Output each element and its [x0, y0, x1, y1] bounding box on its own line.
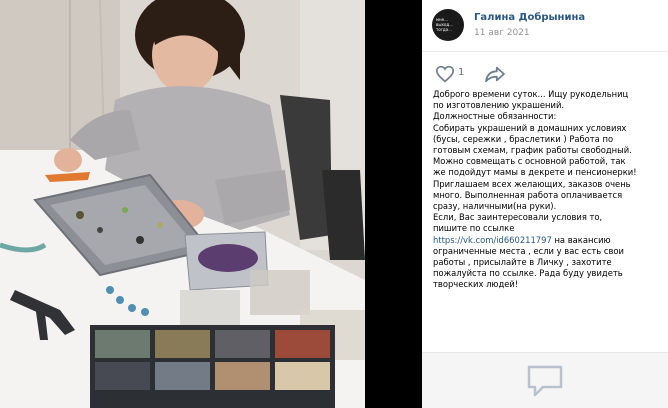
comments-area — [422, 352, 668, 408]
photo-viewer-background — [365, 0, 422, 408]
comment-bubble-icon[interactable] — [525, 363, 565, 399]
post-line-with-link: https://vk.com/id660211797 на вакансию — [433, 235, 663, 246]
post-panel: мне... выход... тогда... Галина Добрынин… — [422, 0, 668, 408]
post-line: Доброго времени суток... Ищу рукодельниц — [433, 89, 629, 99]
post-date[interactable]: 11 авг 2021 — [474, 28, 530, 38]
post-line: творческих людей! — [433, 279, 519, 290]
post-line: много. Выполненная работа оплачивается — [433, 189, 623, 200]
post-line: Если, Вас заинтересовали условия то, — [433, 212, 603, 223]
avatar-text: мне... выход... тогда... — [436, 17, 453, 32]
post-text: Доброго времени суток... Ищу рукодельниц… — [433, 89, 663, 291]
post-line: Можно совмещать с основной работой, так — [433, 156, 626, 167]
heart-outline-icon[interactable] — [435, 65, 455, 83]
post-line: пожалуйста по ссылке. Рада буду увидеть — [433, 268, 623, 279]
post-line: Приглашаем всех желающих, заказов очень — [433, 178, 631, 189]
share-arrow-icon[interactable] — [484, 65, 506, 83]
author-avatar[interactable]: мне... выход... тогда... — [432, 9, 464, 41]
profile-link[interactable]: https://vk.com/id660211797 — [433, 235, 552, 245]
post-line: сразу, наличными(на руки). — [433, 201, 557, 212]
post-line: готовым схемам, график работы свободный. — [433, 145, 632, 156]
post-header: мне... выход... тогда... Галина Добрынин… — [422, 0, 668, 52]
like-count: 1 — [458, 67, 465, 78]
photo-illustration — [0, 0, 365, 408]
post-actions: 1 — [422, 58, 668, 88]
post-line: по изготовлению украшений. — [433, 100, 565, 111]
post-line: Должностные обязанности: — [433, 111, 557, 122]
author-name[interactable]: Галина Добрынина — [474, 12, 585, 23]
post-line: работы , присылайте в Личку , захотите — [433, 257, 612, 268]
post-line: ограниченные места , если у вас есть сво… — [433, 245, 624, 256]
post-line: же подойдут мамы в декрете и пенсионерки… — [433, 167, 637, 178]
post-line: (бусы, сережки , браслетики ) Работа по — [433, 133, 614, 144]
post-photo[interactable] — [0, 0, 365, 408]
post-line: пишите по ссылке — [433, 223, 515, 234]
post-line-rest: на вакансию — [551, 234, 611, 245]
post-line: Собирать украшений в домашних условиях — [433, 122, 627, 133]
